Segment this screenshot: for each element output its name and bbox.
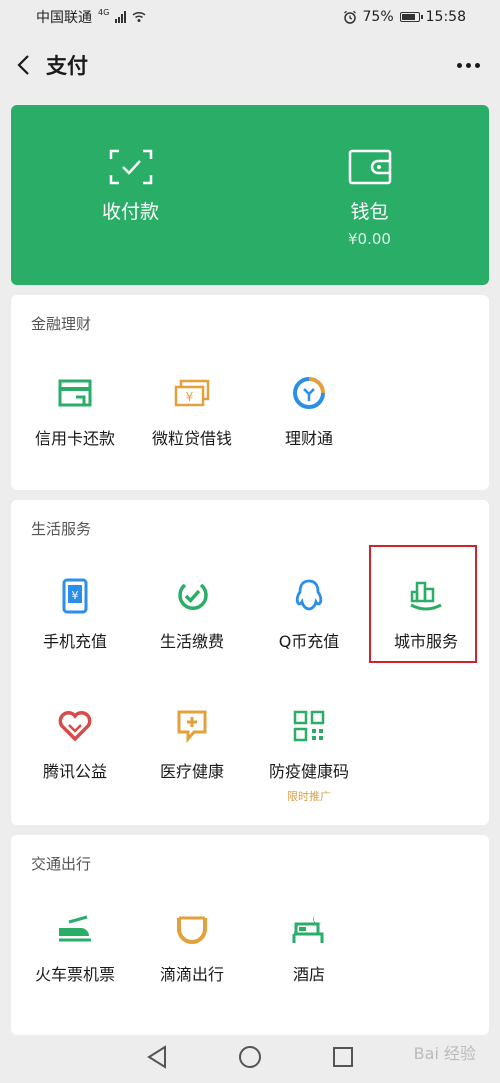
didi-icon bbox=[174, 911, 210, 947]
svg-text:¥: ¥ bbox=[186, 390, 194, 404]
alarm-icon bbox=[343, 10, 356, 24]
credit-card-icon bbox=[57, 375, 93, 411]
page-title: 支付 bbox=[46, 54, 88, 78]
pay-receive-button[interactable]: 收付款 bbox=[11, 105, 250, 285]
watermark: Bai 经验 bbox=[413, 1044, 476, 1063]
medical-icon bbox=[174, 708, 210, 744]
licaitong-button[interactable]: 理财通 bbox=[249, 375, 369, 449]
section-title: 交通出行 bbox=[31, 855, 92, 873]
promo-badge: 限时推广 bbox=[287, 790, 331, 803]
status-bar: 中国联通 4G 75% 15:58 bbox=[0, 0, 500, 34]
qq-coin-recharge-button[interactable]: Q币充值 bbox=[249, 578, 369, 652]
tencent-charity-button[interactable]: 腾讯公益 bbox=[15, 708, 135, 782]
wallet-balance: ¥0.00 bbox=[348, 230, 391, 248]
scan-frame-icon bbox=[109, 149, 152, 185]
svg-text:¥: ¥ bbox=[72, 589, 79, 602]
hotel-button[interactable]: 酒店 bbox=[249, 911, 369, 985]
carrier-label: 中国联通 bbox=[36, 10, 92, 26]
section-title: 金融理财 bbox=[31, 315, 92, 333]
phone-recharge-button[interactable]: ¥ 手机充值 bbox=[15, 578, 135, 652]
clock: 15:58 bbox=[425, 9, 466, 25]
network-type: 4G bbox=[98, 8, 110, 17]
medical-health-button[interactable]: 医疗健康 bbox=[132, 708, 252, 782]
train-plane-icon bbox=[57, 911, 93, 947]
loan-icon: ¥ bbox=[174, 375, 210, 411]
signal-icon bbox=[115, 11, 127, 23]
life-services-section: 生活服务 ¥ 手机充值 生活缴费 Q币充值 城市服务 腾讯公益 医疗健康 防疫健… bbox=[11, 500, 489, 825]
utility-payment-icon bbox=[174, 578, 210, 614]
charity-icon bbox=[57, 708, 93, 744]
didi-button[interactable]: 滴滴出行 bbox=[132, 911, 252, 985]
nav-bar: 支付 bbox=[0, 34, 500, 96]
wallet-card: 收付款 钱包 ¥0.00 bbox=[11, 105, 489, 285]
credit-card-repay-button[interactable]: 信用卡还款 bbox=[15, 375, 135, 449]
qq-coin-icon bbox=[291, 578, 327, 614]
back-triangle-icon[interactable] bbox=[146, 1044, 168, 1069]
train-plane-ticket-button[interactable]: 火车票机票 bbox=[15, 911, 135, 985]
transport-section: 交通出行 火车票机票 滴滴出行 酒店 bbox=[11, 835, 489, 1035]
battery-percent: 75% bbox=[362, 9, 394, 25]
wealth-icon bbox=[291, 375, 327, 411]
home-circle-icon[interactable] bbox=[238, 1045, 262, 1069]
battery-icon bbox=[399, 12, 423, 22]
weilidai-loan-button[interactable]: ¥ 微粒贷借钱 bbox=[132, 375, 252, 449]
back-arrow-icon[interactable] bbox=[16, 54, 32, 76]
more-options-icon[interactable] bbox=[457, 62, 480, 68]
utility-payment-button[interactable]: 生活缴费 bbox=[132, 578, 252, 652]
wifi-icon bbox=[132, 11, 146, 22]
hotel-icon bbox=[291, 911, 327, 947]
wallet-label: 钱包 bbox=[350, 201, 389, 223]
phone-recharge-icon: ¥ bbox=[57, 578, 93, 614]
wallet-button[interactable]: 钱包 ¥0.00 bbox=[250, 105, 489, 285]
highlight-box bbox=[369, 545, 477, 663]
section-title: 生活服务 bbox=[31, 520, 92, 538]
finance-section: 金融理财 信用卡还款 ¥ 微粒贷借钱 理财通 bbox=[11, 295, 489, 490]
recents-square-icon[interactable] bbox=[332, 1046, 354, 1068]
wallet-icon bbox=[348, 149, 391, 185]
pay-receive-label: 收付款 bbox=[101, 201, 159, 223]
health-code-button[interactable]: 防疫健康码 限时推广 bbox=[249, 708, 369, 804]
qr-code-icon bbox=[291, 708, 327, 744]
